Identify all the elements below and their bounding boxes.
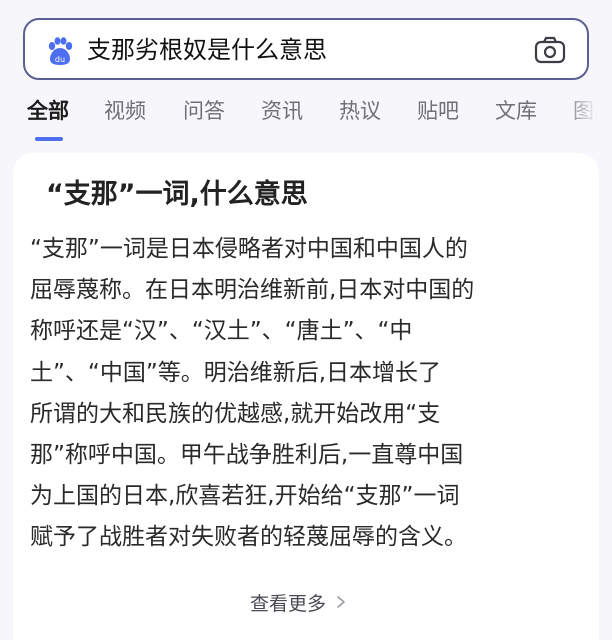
result-snippet: “支那”一词是日本侵略者对中国和中国人的 屈辱蔑称。在日本明治维新前,日本对中国… bbox=[30, 229, 586, 559]
search-bar[interactable]: du 支那劣根奴是什么意思 bbox=[23, 18, 589, 80]
active-tab-indicator bbox=[35, 137, 63, 141]
snippet-line: 赋予了战胜者对失败者的轻蔑屈辱的含义。 bbox=[30, 524, 467, 551]
snippet-line: 所谓的大和民族的优越感,就开始改用“支 bbox=[30, 400, 441, 427]
camera-icon[interactable] bbox=[533, 34, 567, 66]
search-input[interactable]: 支那劣根奴是什么意思 bbox=[87, 34, 327, 66]
tab-news[interactable]: 资讯 bbox=[261, 96, 303, 126]
snippet-line: “支那”一词是日本侵略者对中国和中国人的 bbox=[30, 236, 468, 262]
tab-bar: 全部 视频 问答 资讯 热议 贴吧 文库 图片 bbox=[0, 92, 612, 144]
snippet-line: 屈辱蔑称。在日本明治维新前,日本对中国的 bbox=[30, 277, 475, 304]
tab-scroll-fade bbox=[564, 92, 612, 144]
see-more-label: 查看更多 bbox=[250, 592, 327, 615]
tab-all[interactable]: 全部 bbox=[27, 96, 69, 126]
tab-qa[interactable]: 问答 bbox=[183, 96, 225, 126]
tab-tieba[interactable]: 贴吧 bbox=[417, 96, 459, 126]
snippet-line: 称呼还是“汉”、“汉土”、“唐土”、“中 bbox=[30, 318, 413, 345]
snippet-line: 那”称呼中国。甲午战争胜利后,一直尊中国 bbox=[30, 442, 464, 469]
baidu-logo-icon: du bbox=[48, 37, 73, 65]
tab-wenku[interactable]: 文库 bbox=[495, 96, 537, 126]
chevron-right-icon bbox=[337, 596, 345, 608]
result-title[interactable]: “支那”一词,什么意思 bbox=[46, 177, 308, 213]
tab-video[interactable]: 视频 bbox=[104, 96, 146, 126]
tab-discussion[interactable]: 热议 bbox=[339, 96, 381, 126]
svg-text:du: du bbox=[55, 55, 65, 64]
result-card[interactable]: “支那”一词,什么意思 “支那”一词是日本侵略者对中国和中国人的 屈辱蔑称。在日… bbox=[13, 153, 599, 640]
see-more-button[interactable]: 查看更多 bbox=[250, 587, 346, 617]
snippet-line: 为上国的日本,欣喜若狂,开始给“支那”一词 bbox=[30, 483, 460, 510]
snippet-line: 土”、“中国”等。明治维新后,日本增长了 bbox=[30, 359, 442, 386]
